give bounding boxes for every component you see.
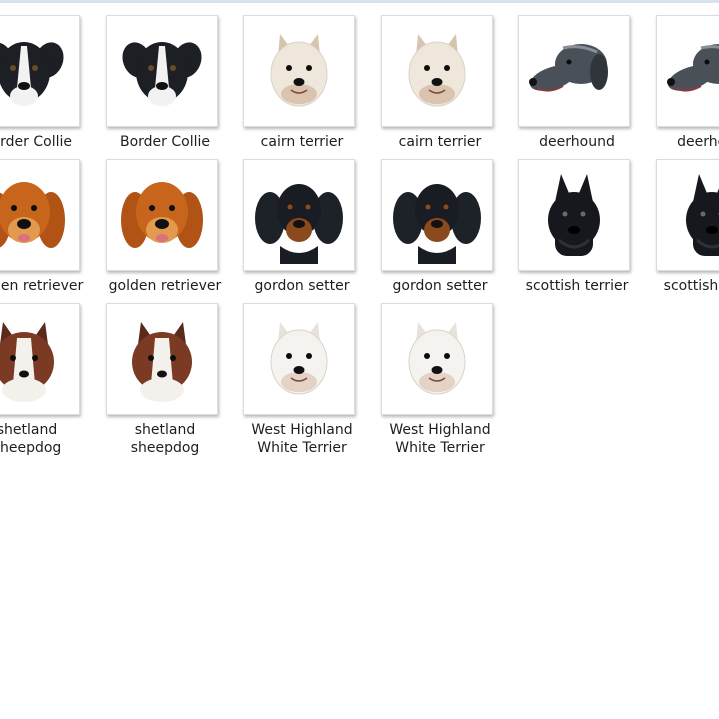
- file-name-label: West Highland White Terrier: [251, 422, 353, 456]
- file-name-label: golden retriever: [0, 278, 84, 294]
- golden-retriever-thumbnail[interactable]: [0, 159, 80, 271]
- gordon-setter-thumbnail[interactable]: [381, 159, 493, 271]
- file-name-label: shetland sheepdog: [130, 422, 200, 456]
- cairn-terrier-thumbnail[interactable]: [381, 15, 493, 127]
- file-item[interactable]: West Highland White Terrier: [233, 303, 361, 456]
- file-item[interactable]: cairn terrier: [371, 15, 499, 155]
- file-item[interactable]: West Highland White Terrier: [371, 303, 499, 456]
- file-name-label: deerhound: [539, 134, 615, 150]
- file-name-label: gordon setter: [254, 278, 350, 294]
- file-name-label: Border Collie: [119, 134, 210, 150]
- shetland-sheepdog-thumbnail[interactable]: [106, 303, 218, 415]
- file-item[interactable]: golden retriever: [0, 159, 86, 299]
- file-item[interactable]: golden retriever: [96, 159, 224, 299]
- file-name-label: shetland sheepdog: [0, 422, 62, 456]
- shetland-sheepdog-thumbnail[interactable]: [0, 303, 80, 415]
- file-name-label: scottish terrier: [525, 278, 629, 294]
- file-item[interactable]: shetland sheepdog: [0, 303, 86, 456]
- scottish-terrier-thumbnail[interactable]: [518, 159, 630, 271]
- file-name-label: Border Collie: [0, 134, 72, 150]
- border-collie-thumbnail[interactable]: [0, 15, 80, 127]
- file-name-label: cairn terrier: [260, 134, 344, 150]
- file-name-label: scottish terrier: [663, 278, 719, 294]
- file-name-label: golden retriever: [108, 278, 222, 294]
- gordon-setter-thumbnail[interactable]: [243, 159, 355, 271]
- file-item[interactable]: scottish terrier: [508, 159, 636, 299]
- file-explorer-view: Border Collie Border Collie cairn terrier c…: [0, 0, 719, 719]
- file-item[interactable]: gordon setter: [233, 159, 361, 299]
- border-collie-thumbnail[interactable]: [106, 15, 218, 127]
- scottish-terrier-thumbnail[interactable]: [656, 159, 719, 271]
- file-name-label: deerhound: [677, 134, 719, 150]
- deerhound-thumbnail[interactable]: [518, 15, 630, 127]
- file-name-label: West Highland White Terrier: [389, 422, 491, 456]
- file-name-label: gordon setter: [392, 278, 488, 294]
- file-item[interactable]: Border Collie: [0, 15, 86, 155]
- file-item[interactable]: deerhound: [508, 15, 636, 155]
- west-highland-white-terrier-thumbnail[interactable]: [381, 303, 493, 415]
- file-item[interactable]: scottish terrier: [646, 159, 719, 299]
- file-item[interactable]: shetland sheepdog: [96, 303, 224, 456]
- golden-retriever-thumbnail[interactable]: [106, 159, 218, 271]
- deerhound-thumbnail[interactable]: [656, 15, 719, 127]
- top-divider: [0, 0, 719, 3]
- file-name-label: cairn terrier: [398, 134, 482, 150]
- file-item[interactable]: cairn terrier: [233, 15, 361, 155]
- cairn-terrier-thumbnail[interactable]: [243, 15, 355, 127]
- file-item[interactable]: Border Collie: [96, 15, 224, 155]
- west-highland-white-terrier-thumbnail[interactable]: [243, 303, 355, 415]
- file-item[interactable]: deerhound: [646, 15, 719, 155]
- file-item[interactable]: gordon setter: [371, 159, 499, 299]
